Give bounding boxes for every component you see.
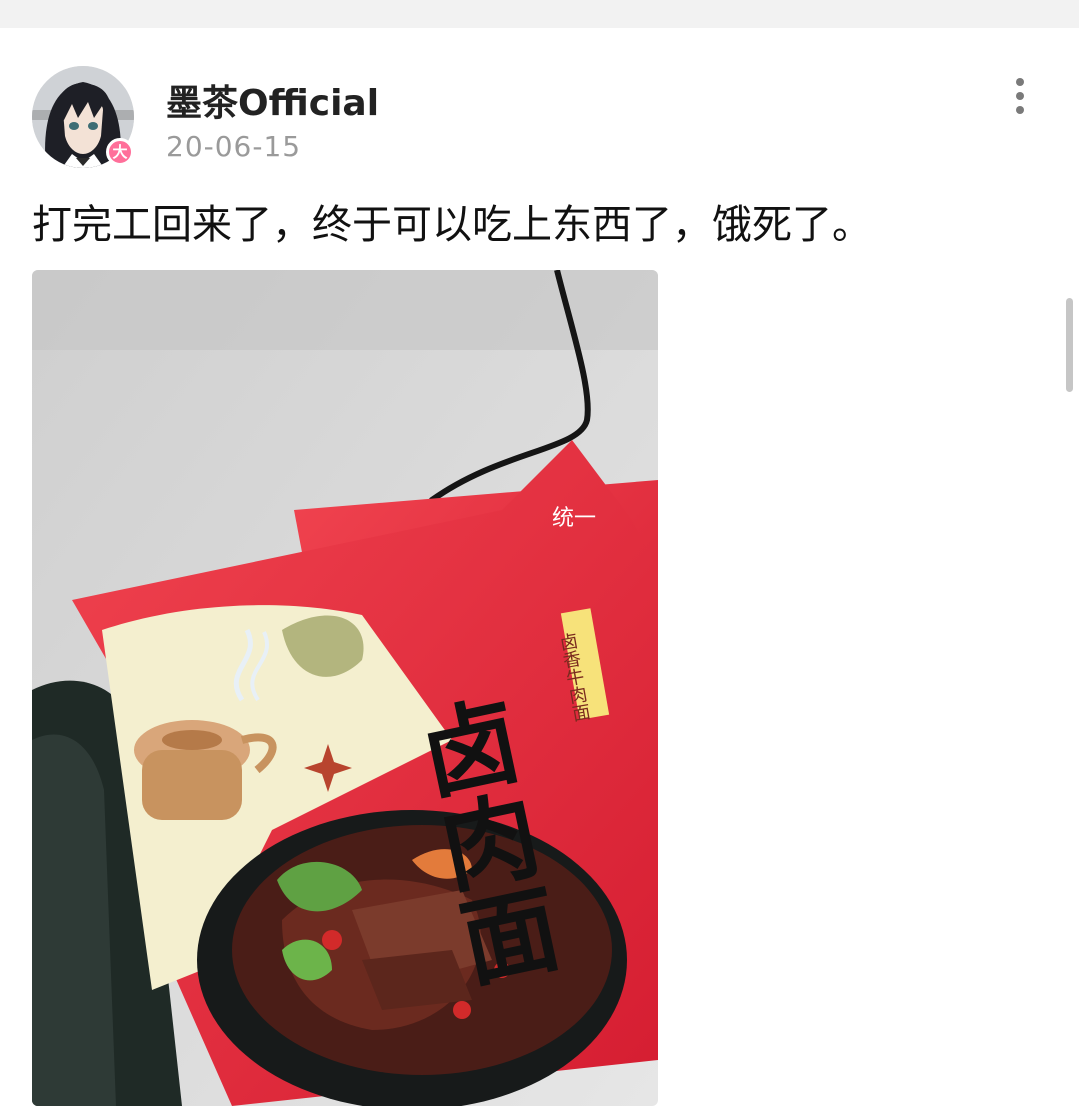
post-text: 打完工回来了，终于可以吃上东西了，饿死了。 <box>32 202 872 248</box>
top-divider <box>0 0 1079 28</box>
post-date: 20-06-15 <box>166 130 302 163</box>
dot <box>1016 106 1024 114</box>
package-brand: 统一 <box>552 505 596 530</box>
post-photo[interactable]: 统一 卤香牛肉面 卤肉面 <box>32 270 658 1106</box>
noodle-package-photo: 统一 卤香牛肉面 卤肉面 <box>32 270 658 1106</box>
author-name[interactable]: 墨茶Official <box>166 74 379 126</box>
vertical-ellipsis-icon[interactable] <box>1004 76 1036 116</box>
dot <box>1016 92 1024 100</box>
post-screen: 大 墨茶Official 20-06-15 打完工回来了，终于可以吃上东西了，饿… <box>0 0 1079 1114</box>
scrollbar[interactable] <box>1066 298 1073 392</box>
dot <box>1016 78 1024 86</box>
vip-badge-icon: 大 <box>106 138 134 166</box>
